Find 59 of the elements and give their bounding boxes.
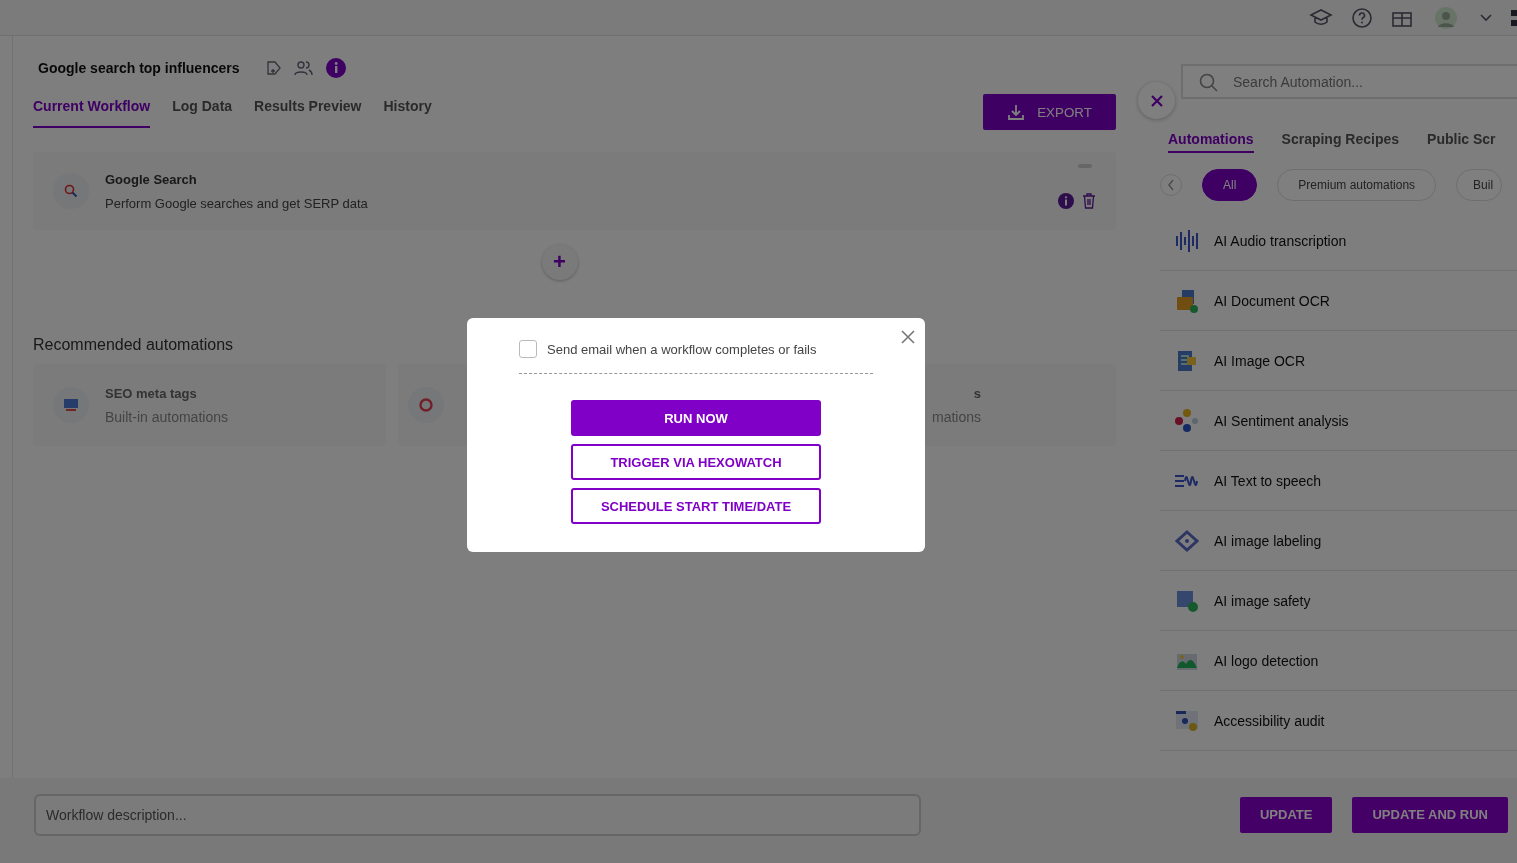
close-icon [1149, 93, 1164, 108]
help-icon[interactable] [1351, 6, 1373, 29]
card-title: s [972, 385, 981, 401]
card-subtitle: mations [931, 408, 981, 425]
automation-item[interactable]: AI Sentiment analysis [1214, 412, 1349, 429]
audio-icon [1174, 227, 1200, 254]
users-icon[interactable] [293, 60, 314, 76]
filter-chip[interactable]: Buil [1456, 169, 1503, 201]
tab[interactable]: Current Workflow [33, 98, 151, 128]
tab[interactable]: Scraping Recipes [1281, 131, 1400, 153]
automation-item[interactable]: AI image labeling [1214, 532, 1322, 549]
tab[interactable]: Public Scr [1427, 131, 1496, 153]
filter-chip[interactable]: All [1202, 169, 1258, 201]
info-icon[interactable] [325, 58, 346, 78]
scroll-left-button[interactable] [1160, 174, 1182, 196]
checkbox[interactable] [519, 340, 537, 358]
update-button[interactable]: UPDATE [1239, 796, 1333, 833]
card-title: SEO meta tags [105, 385, 198, 401]
close-icon [901, 330, 915, 344]
export-button[interactable]: EXPORT [983, 94, 1116, 130]
automation-item[interactable]: AI logo detection [1214, 652, 1319, 669]
automation-item[interactable]: AI Audio transcription [1214, 232, 1347, 249]
action-button[interactable]: TRIGGER VIA HEXOWATCH [571, 444, 821, 480]
section-heading: Recommended automations [33, 336, 234, 354]
automation-item[interactable]: AI Image OCR [1214, 352, 1306, 369]
tab[interactable]: Log Data [172, 98, 233, 128]
tag-plus-icon[interactable] [265, 60, 282, 76]
tab[interactable]: History [383, 98, 432, 128]
automation-item[interactable]: AI Text to speech [1214, 472, 1322, 489]
card-subtitle: Built-in automations [105, 408, 228, 425]
automation-item[interactable]: Accessibility audit [1214, 712, 1325, 729]
tab[interactable]: Automations [1168, 131, 1254, 153]
menu-icon[interactable] [1511, 7, 1517, 28]
checkbox-label: Send email when a workflow completes or fails [547, 341, 817, 357]
description-field[interactable]: Workflow description... [34, 793, 921, 836]
step-title: Google Search [105, 171, 198, 187]
action-button[interactable]: RUN NOW [571, 400, 821, 436]
close-button[interactable] [1138, 82, 1175, 119]
download-icon [1007, 103, 1026, 121]
action-button[interactable]: SCHEDULE START TIME/DATE [571, 488, 821, 524]
search-icon [1199, 73, 1219, 93]
chevron-down-icon[interactable] [1479, 12, 1493, 23]
monitor-icon [63, 398, 79, 412]
trash-icon[interactable] [1082, 193, 1096, 209]
update-button[interactable]: UPDATE AND RUN [1352, 796, 1508, 833]
filter-chip[interactable]: Premium automations [1277, 169, 1437, 201]
workflow-title: Google search top influencers [38, 60, 240, 76]
automation-item[interactable]: AI Document OCR [1214, 292, 1330, 309]
search-icon [64, 184, 78, 198]
graduation-cap-icon[interactable] [1309, 7, 1333, 28]
chevron-left-icon [1167, 179, 1175, 191]
add-step-button[interactable]: + [541, 244, 578, 280]
target-icon [419, 398, 433, 412]
close-button[interactable] [899, 328, 917, 346]
step-description: Perform Google searches and get SERP data [105, 195, 368, 211]
tab[interactable]: Results Preview [254, 98, 362, 128]
info-icon[interactable] [1058, 193, 1074, 209]
search-field[interactable]: Search Automation... [1181, 64, 1517, 99]
automation-item[interactable]: AI image safety [1214, 592, 1311, 609]
